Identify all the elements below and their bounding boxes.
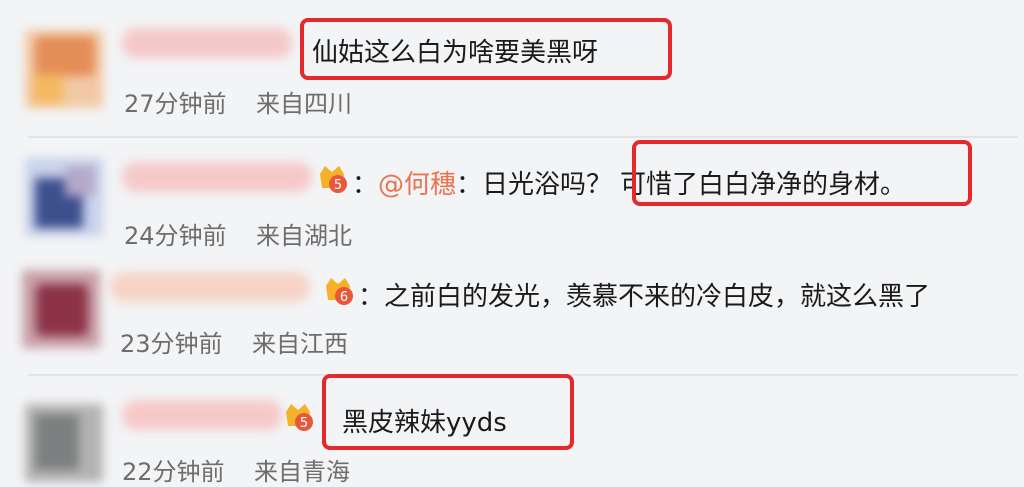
comment-location: 来自四川 xyxy=(256,90,352,118)
comment-time: 23分钟前 xyxy=(120,330,223,358)
comment-time: 24分钟前 xyxy=(124,222,227,250)
username[interactable] xyxy=(110,272,310,302)
username[interactable] xyxy=(122,400,282,430)
comment-4: 5 黑皮辣妹yyds 22分钟前 来自青海 xyxy=(0,374,1024,486)
vip-badge-icon: 6 xyxy=(326,278,353,305)
colon: ： xyxy=(358,282,385,312)
mention-link[interactable]: @何穗 xyxy=(378,170,456,200)
vip-badge-icon: 5 xyxy=(286,404,313,431)
comment-location: 来自江西 xyxy=(252,330,348,358)
comment-2: 5 ：@何穗：日光浴吗？ 可惜了白白净净的身材。 24分钟前 来自湖北 xyxy=(0,138,1024,260)
avatar[interactable] xyxy=(22,270,100,348)
comment-body: 之前白的发光，羡慕不来的冷白皮，就这么黑了 xyxy=(384,282,931,312)
comment-text: ：之前白的发光，羡慕不来的冷白皮，就这么黑了 xyxy=(358,276,930,313)
comment-location: 来自湖北 xyxy=(256,222,352,250)
highlight-box xyxy=(322,374,574,450)
comment-1: 仙姑这么白为啥要美黑呀 27分钟前 来自四川 xyxy=(0,0,1024,136)
avatar[interactable] xyxy=(25,404,103,482)
vip-badge-icon: 5 xyxy=(320,166,347,193)
svg-text:5: 5 xyxy=(334,178,342,193)
comment-3: 6 ：之前白的发光，羡慕不来的冷白皮，就这么黑了 23分钟前 来自江西 xyxy=(0,260,1024,374)
username[interactable] xyxy=(122,28,292,58)
reply-prefix: ：日光浴吗？ xyxy=(456,170,613,200)
avatar[interactable] xyxy=(25,158,103,236)
highlight-box xyxy=(632,140,972,206)
svg-text:5: 5 xyxy=(300,416,308,431)
comment-time: 27分钟前 xyxy=(124,90,227,118)
avatar[interactable] xyxy=(25,30,103,108)
svg-text:6: 6 xyxy=(340,290,348,305)
username[interactable] xyxy=(122,162,312,192)
highlight-box xyxy=(300,18,672,80)
colon: ： xyxy=(352,170,379,200)
